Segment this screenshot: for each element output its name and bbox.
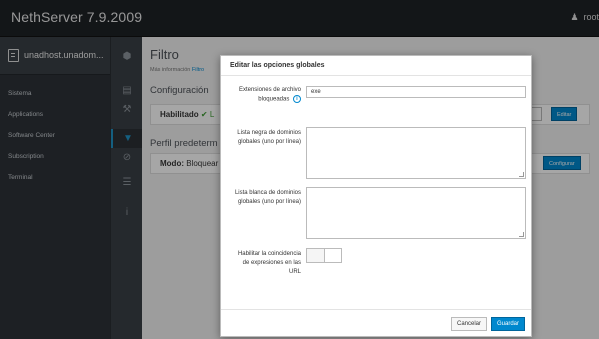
blacklist-label: Lista negra de dominios globales (uno po… <box>237 130 301 145</box>
resize-handle-icon[interactable] <box>519 232 524 237</box>
extensions-input[interactable]: exe <box>306 86 526 98</box>
save-button[interactable]: Guardar <box>490 317 525 331</box>
whitelist-label: Lista blanca de dominios globales (uno p… <box>234 190 301 205</box>
dialog-footer: Cancelar Guardar <box>221 309 531 336</box>
global-options-dialog: Editar las opciones globales Extensiones… <box>220 55 532 337</box>
url-expr-toggle[interactable] <box>306 248 342 263</box>
dialog-title: Editar las opciones globales <box>230 62 325 69</box>
cancel-button[interactable]: Cancelar <box>450 317 487 331</box>
extensions-label-text: Extensiones de archivo bloqueadas <box>238 87 301 103</box>
info-circle-icon[interactable]: i <box>293 95 301 103</box>
resize-handle-icon[interactable] <box>519 172 524 177</box>
blacklist-textarea[interactable] <box>306 127 526 179</box>
url-expr-label: Habilitar la coincidencia de expresiones… <box>237 251 301 275</box>
dialog-header: Editar las opciones globales <box>221 56 531 76</box>
whitelist-textarea[interactable] <box>306 187 526 239</box>
extensions-label: Extensiones de archivo bloqueadas i <box>231 86 301 105</box>
toggle-knob <box>307 249 325 262</box>
